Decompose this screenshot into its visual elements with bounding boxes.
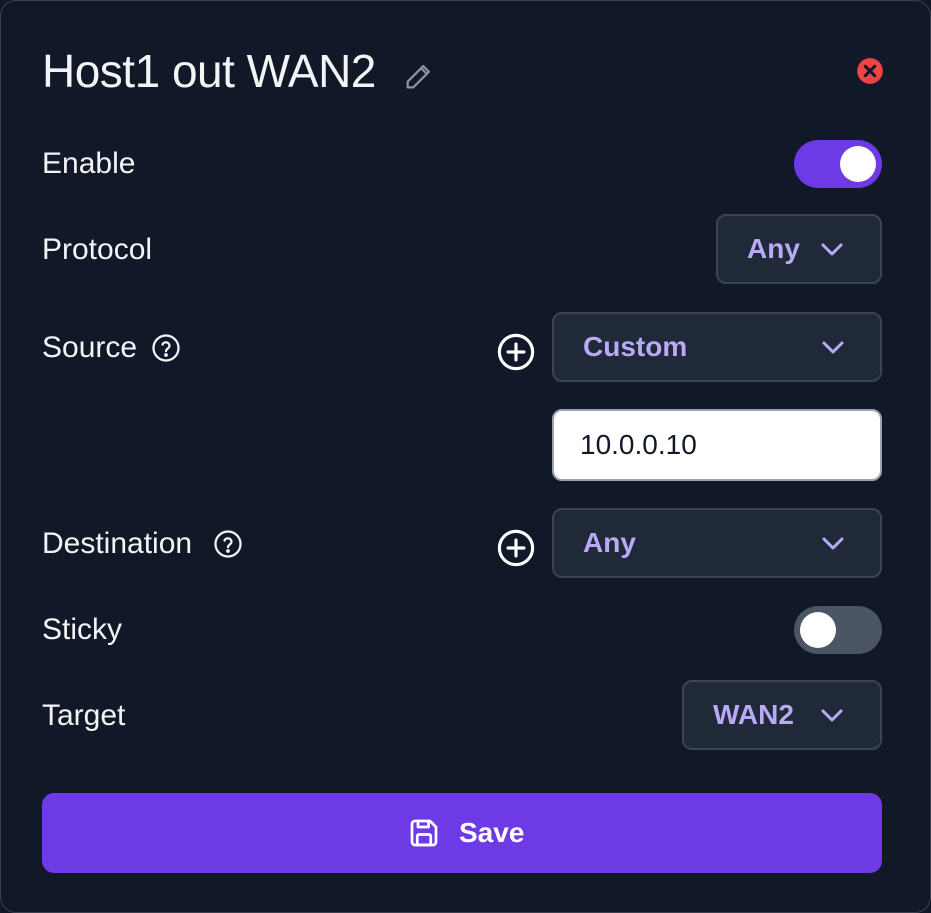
pencil-icon[interactable] — [402, 59, 436, 93]
source-select[interactable]: Custom — [552, 312, 882, 382]
save-button-label: Save — [459, 817, 525, 848]
protocol-select[interactable]: Any — [716, 214, 882, 284]
toggle-knob — [840, 146, 876, 182]
add-destination-icon[interactable] — [497, 529, 535, 567]
sticky-label: Sticky — [42, 613, 123, 646]
destination-label: Destination — [42, 527, 193, 560]
target-select[interactable]: WAN2 — [682, 680, 882, 750]
source-select-value: Custom — [583, 331, 688, 362]
chevron-down-icon — [822, 341, 844, 354]
save-button[interactable]: Save — [42, 793, 882, 873]
target-select-value: WAN2 — [713, 699, 794, 730]
help-icon[interactable] — [151, 333, 181, 363]
destination-select-value: Any — [583, 527, 636, 558]
help-icon[interactable] — [213, 529, 243, 559]
enable-toggle[interactable] — [794, 140, 882, 188]
chevron-down-icon — [821, 709, 843, 722]
enable-label: Enable — [42, 147, 136, 180]
target-label: Target — [42, 699, 126, 732]
toggle-knob — [800, 612, 836, 648]
dialog-title: Host1 out WAN2 — [42, 45, 376, 97]
protocol-label: Protocol — [42, 233, 153, 266]
floppy-disk-icon — [410, 819, 438, 847]
close-icon[interactable] — [856, 57, 884, 85]
chevron-down-icon — [822, 537, 844, 550]
chevron-down-icon — [821, 243, 843, 256]
add-source-icon[interactable] — [497, 333, 535, 371]
source-address-input[interactable] — [552, 409, 882, 481]
sticky-toggle[interactable] — [794, 606, 882, 654]
source-label: Source — [42, 331, 138, 364]
destination-select[interactable]: Any — [552, 508, 882, 578]
protocol-select-value: Any — [747, 233, 800, 264]
rule-editor-dialog: Host1 out WAN2 Enable Protocol Any Sourc… — [0, 0, 931, 913]
